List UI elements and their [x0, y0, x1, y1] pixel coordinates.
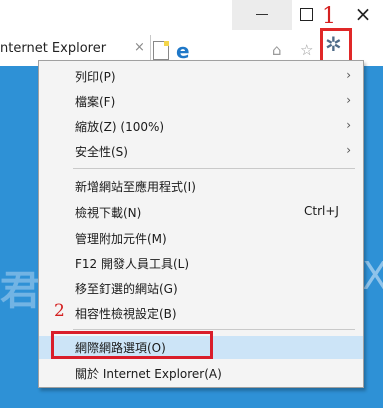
submenu-arrow-icon: › — [346, 68, 351, 82]
tab-title: nternet Explorer — [0, 41, 107, 56]
menu-item-add-site-to-apps[interactable]: 新增網站至應用程式(I) — [39, 175, 363, 198]
menu-item-compat-view[interactable]: 相容性檢視設定(B) — [39, 302, 363, 325]
minimize-icon — [256, 14, 268, 15]
tools-menu: 列印(P) › 檔案(F) › 縮放(Z) (100%) › 安全性(S) › … — [38, 60, 364, 388]
menu-item-label: 檔案(F) — [75, 95, 116, 109]
page-background-glyph: 君 — [0, 268, 40, 313]
maximize-icon — [300, 8, 313, 21]
menu-item-label: 新增網站至應用程式(I) — [75, 180, 196, 194]
menu-item-pinned-sites[interactable]: 移至釘選的網站(G) — [39, 277, 363, 300]
menu-item-label: 檢視下載(N) — [75, 206, 142, 220]
menu-item-f12-tools[interactable]: F12 開發人員工具(L) — [39, 252, 363, 275]
menu-item-label: 關於 Internet Explorer(A) — [75, 367, 222, 381]
menu-item-label: 相容性檢視設定(B) — [75, 307, 177, 321]
menu-item-zoom[interactable]: 縮放(Z) (100%) › — [39, 115, 363, 138]
menu-item-about-ie[interactable]: 關於 Internet Explorer(A) — [39, 362, 363, 385]
submenu-arrow-icon: › — [346, 143, 351, 157]
close-window-button[interactable]: × — [348, 0, 378, 30]
menu-separator — [73, 329, 355, 330]
page-right-glyph: X — [362, 254, 383, 298]
step-1-annotation: 1 — [322, 4, 336, 29]
menu-item-print[interactable]: 列印(P) › — [39, 65, 363, 88]
menu-item-label: 安全性(S) — [75, 145, 128, 159]
submenu-arrow-icon: › — [346, 118, 351, 132]
home-icon[interactable]: ⌂ — [272, 41, 282, 59]
submenu-arrow-icon: › — [346, 93, 351, 107]
menu-item-label: 縮放(Z) (100%) — [75, 120, 165, 134]
menu-item-label: 移至釘選的網站(G) — [75, 282, 178, 296]
menu-item-label: 管理附加元件(M) — [75, 232, 167, 246]
minimize-button[interactable] — [232, 0, 292, 30]
new-tab-icon[interactable] — [153, 41, 169, 60]
menu-separator — [73, 168, 355, 169]
step-2-annotation: 2 — [54, 301, 65, 321]
gear-icon[interactable]: ✲ — [325, 32, 342, 56]
menu-item-manage-addons[interactable]: 管理附加元件(M) — [39, 227, 363, 250]
menu-item-label: 列印(P) — [75, 70, 116, 84]
maximize-button[interactable] — [298, 6, 313, 21]
internet-options-highlight-box — [51, 331, 213, 359]
favorites-star-icon[interactable]: ☆ — [300, 41, 313, 59]
tab-close-icon[interactable]: × — [134, 40, 145, 55]
menu-item-label: F12 開發人員工具(L) — [75, 257, 190, 271]
menu-item-file[interactable]: 檔案(F) › — [39, 90, 363, 113]
menu-item-view-downloads[interactable]: 檢視下載(N) Ctrl+J — [39, 201, 363, 224]
menu-item-shortcut: Ctrl+J — [304, 204, 339, 218]
menu-item-safety[interactable]: 安全性(S) › — [39, 140, 363, 163]
